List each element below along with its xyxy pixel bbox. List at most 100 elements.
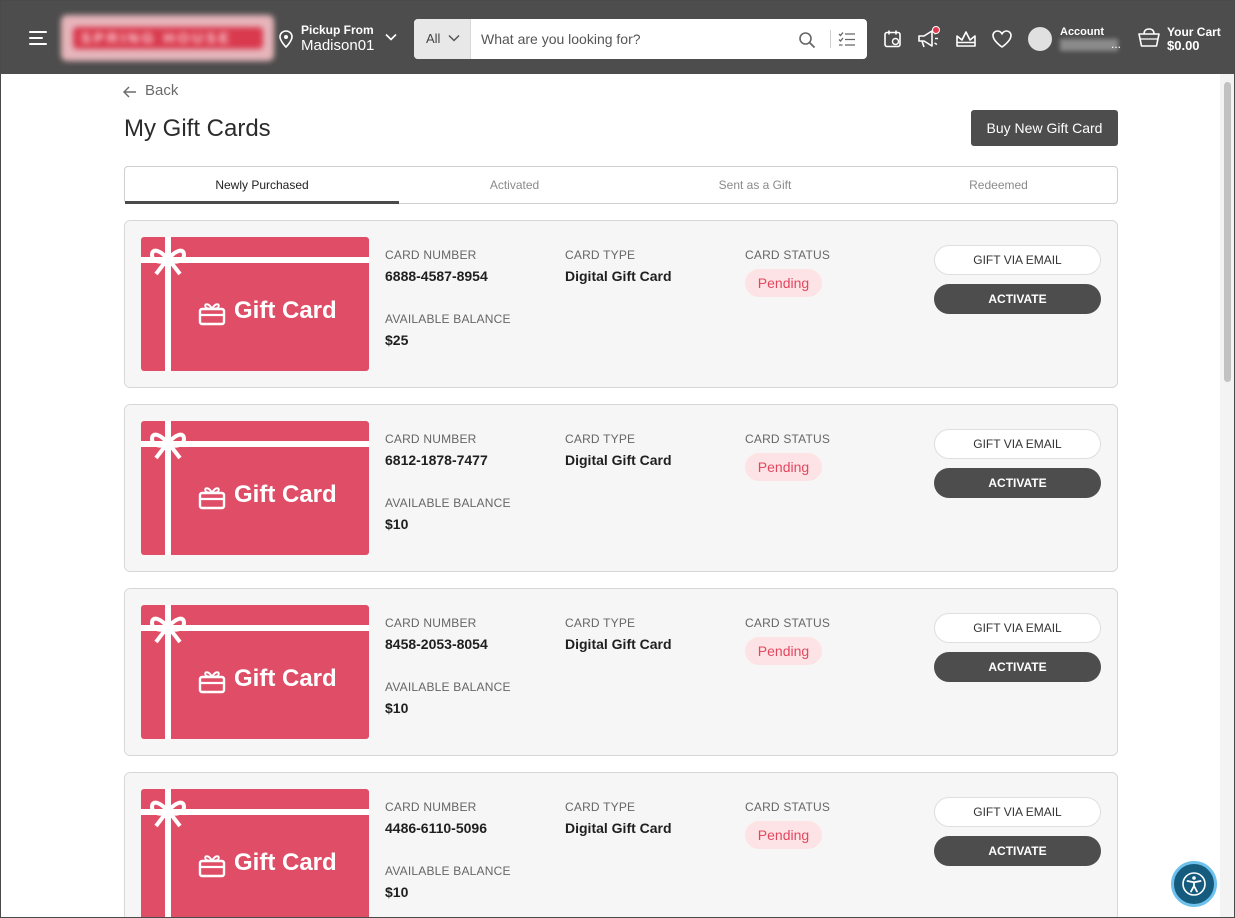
app-window: SPRING HOUSE Pickup From Madison01 All W… bbox=[0, 0, 1235, 918]
list-icon[interactable] bbox=[838, 31, 856, 47]
card-type-label: CARD TYPE bbox=[565, 616, 636, 630]
chevron-down-icon bbox=[385, 33, 397, 41]
gift-via-email-button[interactable]: GIFT VIA EMAIL bbox=[934, 245, 1101, 275]
active-tab-indicator bbox=[125, 201, 399, 204]
gift-box-icon bbox=[198, 671, 226, 694]
gift-via-email-button[interactable]: GIFT VIA EMAIL bbox=[934, 429, 1101, 459]
calendar-icon[interactable] bbox=[883, 29, 903, 49]
page-title: My Gift Cards bbox=[124, 115, 271, 142]
ribbon-bow-icon bbox=[149, 248, 187, 276]
available-balance-label: AVAILABLE BALANCE bbox=[385, 864, 511, 878]
crown-icon[interactable] bbox=[955, 29, 977, 49]
heart-icon[interactable] bbox=[991, 29, 1013, 49]
ribbon-bow-icon bbox=[149, 800, 187, 828]
card-status-label: CARD STATUS bbox=[745, 800, 831, 814]
gift-card-row: Gift Card CARD NUMBER 8458-2053-8054 AVA… bbox=[124, 588, 1118, 756]
card-type-value: Digital Gift Card bbox=[565, 636, 672, 652]
gift-card-image: Gift Card bbox=[141, 421, 369, 555]
store-logo[interactable]: SPRING HOUSE bbox=[61, 15, 274, 61]
card-type-value: Digital Gift Card bbox=[565, 820, 672, 836]
gift-via-email-button[interactable]: GIFT VIA EMAIL bbox=[934, 613, 1101, 643]
card-status-label: CARD STATUS bbox=[745, 616, 831, 630]
accessibility-person-icon bbox=[1182, 872, 1206, 896]
available-balance-value: $25 bbox=[385, 332, 409, 348]
location-pin-icon bbox=[279, 30, 293, 48]
gift-card-image: Gift Card bbox=[141, 237, 369, 371]
gift-card-row: Gift Card CARD NUMBER 4486-6110-5096 AVA… bbox=[124, 772, 1118, 917]
activate-button[interactable]: ACTIVATE bbox=[934, 468, 1101, 498]
available-balance-value: $10 bbox=[385, 700, 409, 716]
card-status-label: CARD STATUS bbox=[745, 432, 831, 446]
available-balance-label: AVAILABLE BALANCE bbox=[385, 312, 511, 326]
tab-label: Redeemed bbox=[969, 178, 1028, 192]
status-badge: Pending bbox=[745, 453, 822, 481]
card-type-label: CARD TYPE bbox=[565, 248, 636, 262]
status-badge: Pending bbox=[745, 269, 822, 297]
gift-card-image: Gift Card bbox=[141, 789, 369, 917]
card-status-label: CARD STATUS bbox=[745, 248, 831, 262]
gift-box-icon bbox=[198, 303, 226, 326]
available-balance-label: AVAILABLE BALANCE bbox=[385, 496, 511, 510]
vertical-scrollbar[interactable] bbox=[1220, 74, 1234, 917]
status-badge: Pending bbox=[745, 637, 822, 665]
gift-card-tabs: Newly Purchased Activated Sent as a Gift… bbox=[124, 166, 1118, 204]
search-category-label: All bbox=[426, 31, 441, 46]
tab-label: Sent as a Gift bbox=[718, 178, 792, 192]
card-number-value: 8458-2053-8054 bbox=[385, 636, 488, 652]
scrollbar-thumb[interactable] bbox=[1224, 82, 1231, 382]
notification-badge bbox=[932, 26, 940, 34]
available-balance-value: $10 bbox=[385, 884, 409, 900]
pickup-label: Pickup From bbox=[301, 23, 374, 37]
card-number-value: 4486-6110-5096 bbox=[385, 820, 487, 836]
buy-new-gift-card-button[interactable]: Buy New Gift Card bbox=[971, 110, 1118, 146]
top-navigation-bar: SPRING HOUSE Pickup From Madison01 All W… bbox=[1, 1, 1234, 74]
search-category-dropdown[interactable]: All bbox=[414, 19, 471, 59]
ribbon-bow-icon bbox=[149, 616, 187, 644]
tab-newly-purchased[interactable]: Newly Purchased bbox=[125, 167, 399, 204]
logo-text: SPRING HOUSE bbox=[81, 30, 233, 47]
card-type-value: Digital Gift Card bbox=[565, 452, 672, 468]
cart-label: Your Cart bbox=[1167, 25, 1221, 39]
card-type-label: CARD TYPE bbox=[565, 800, 636, 814]
pickup-store-value: Madison01 bbox=[301, 37, 375, 54]
tab-redeemed[interactable]: Redeemed bbox=[880, 167, 1117, 203]
gift-card-image: Gift Card bbox=[141, 605, 369, 739]
back-label: Back bbox=[145, 82, 179, 99]
activate-button[interactable]: ACTIVATE bbox=[934, 836, 1101, 866]
tab-label: Activated bbox=[489, 178, 540, 192]
cart-total: $0.00 bbox=[1167, 38, 1200, 53]
card-number-label: CARD NUMBER bbox=[385, 616, 477, 630]
gift-card-text: Gift Card bbox=[234, 481, 337, 508]
gift-box-icon bbox=[198, 487, 226, 510]
card-number-value: 6812-1878-7477 bbox=[385, 452, 488, 468]
card-number-label: CARD NUMBER bbox=[385, 248, 477, 262]
search-icon[interactable] bbox=[798, 31, 816, 49]
arrow-left-icon bbox=[123, 86, 136, 98]
ribbon-bow-icon bbox=[149, 432, 187, 460]
gift-card-text: Gift Card bbox=[234, 297, 337, 324]
available-balance-value: $10 bbox=[385, 516, 409, 532]
menu-icon[interactable] bbox=[29, 30, 47, 46]
chevron-down-icon bbox=[448, 34, 460, 42]
card-number-label: CARD NUMBER bbox=[385, 800, 477, 814]
card-type-value: Digital Gift Card bbox=[565, 268, 672, 284]
gift-card-row: Gift Card CARD NUMBER 6888-4587-8954 AVA… bbox=[124, 220, 1118, 388]
gift-card-text: Gift Card bbox=[234, 849, 337, 876]
tab-activated[interactable]: Activated bbox=[399, 167, 630, 203]
gift-box-icon bbox=[198, 855, 226, 878]
gift-via-email-button[interactable]: GIFT VIA EMAIL bbox=[934, 797, 1101, 827]
search-bar: All bbox=[414, 19, 867, 59]
account-name-ellipsis: ... bbox=[1111, 37, 1122, 51]
card-type-label: CARD TYPE bbox=[565, 432, 636, 446]
account-name-blurred bbox=[1060, 39, 1118, 51]
activate-button[interactable]: ACTIVATE bbox=[934, 284, 1101, 314]
gift-card-text: Gift Card bbox=[234, 665, 337, 692]
search-divider bbox=[830, 30, 831, 48]
search-input[interactable] bbox=[481, 19, 791, 59]
activate-button[interactable]: ACTIVATE bbox=[934, 652, 1101, 682]
available-balance-label: AVAILABLE BALANCE bbox=[385, 680, 511, 694]
accessibility-button[interactable] bbox=[1171, 861, 1217, 907]
card-number-label: CARD NUMBER bbox=[385, 432, 477, 446]
status-badge: Pending bbox=[745, 821, 822, 849]
tab-sent-as-a-gift[interactable]: Sent as a Gift bbox=[630, 167, 880, 203]
